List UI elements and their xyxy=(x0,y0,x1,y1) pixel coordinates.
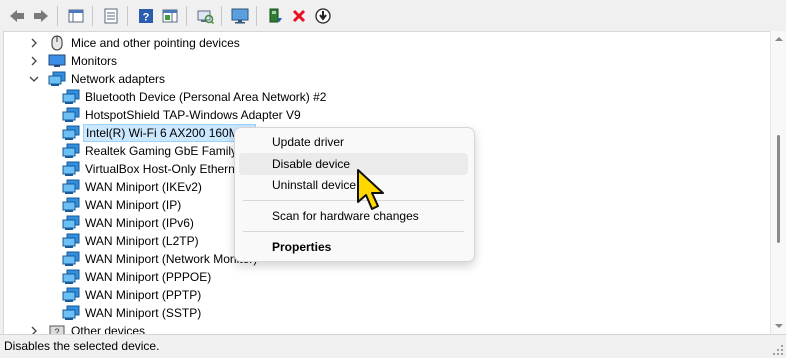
toolbar-separator xyxy=(256,5,257,26)
scan-hardware-changes-icon[interactable] xyxy=(194,5,216,27)
resize-grip-icon[interactable] xyxy=(772,344,784,356)
monitor-icon xyxy=(48,53,66,69)
tree-item-label: WAN Miniport (PPTP) xyxy=(85,288,202,302)
back-icon[interactable] xyxy=(6,5,28,27)
toolbar-separator xyxy=(127,5,128,26)
tree-category[interactable]: Mice and other pointing devices xyxy=(28,34,242,52)
network-adapter-icon xyxy=(62,251,80,267)
network-adapter-icon xyxy=(62,197,80,213)
toolbar-separator xyxy=(57,5,58,26)
tree-device-item[interactable]: WAN Miniport (PPPOE) xyxy=(62,268,213,286)
tree-item-label: WAN Miniport (IP) xyxy=(85,198,182,212)
toolbar-separator xyxy=(221,5,222,26)
tree-item-label: Intel(R) Wi-Fi 6 AX200 160MHz xyxy=(83,124,257,142)
menu-item-disable-device[interactable]: Disable device xyxy=(239,153,468,175)
vertical-scrollbar[interactable] xyxy=(770,31,786,334)
mouse-icon xyxy=(48,35,66,51)
network-adapter-icon xyxy=(62,161,80,177)
tree-item-label: WAN Miniport (IKEv2) xyxy=(85,180,202,194)
help-icon[interactable]: ? xyxy=(135,5,157,27)
tree-item-label: Monitors xyxy=(71,54,118,68)
chevron-down-icon[interactable] xyxy=(28,73,40,85)
tree-item-label: Mice and other pointing devices xyxy=(71,36,240,50)
menu-separator xyxy=(243,200,464,201)
tree-device-item[interactable]: WAN Miniport (IKEv2) xyxy=(62,178,204,196)
menu-item-properties[interactable]: Properties xyxy=(239,236,468,258)
toolbar-separator xyxy=(92,5,93,26)
properties-icon[interactable] xyxy=(100,5,122,27)
tree-category[interactable]: Monitors xyxy=(28,52,119,70)
toolbar-separator xyxy=(186,5,187,26)
tree-device-item[interactable]: WAN Miniport (Network Monitor) xyxy=(62,250,259,268)
show-hide-console-tree-icon[interactable] xyxy=(65,5,87,27)
tree-device-item[interactable]: WAN Miniport (IPv6) xyxy=(62,214,196,232)
chevron-right-icon[interactable] xyxy=(28,55,40,67)
action-pane-icon[interactable] xyxy=(159,5,181,27)
menu-item-scan-hardware-changes[interactable]: Scan for hardware changes xyxy=(239,205,468,227)
status-bar: Disables the selected device. xyxy=(0,334,786,358)
scrollbar-thumb[interactable] xyxy=(777,135,780,243)
tree-item-label: HotspotShield TAP-Windows Adapter V9 xyxy=(85,108,301,122)
chevron-right-icon[interactable] xyxy=(28,37,40,49)
update-driver-icon[interactable] xyxy=(264,5,286,27)
tree-category[interactable]: Network adapters xyxy=(28,70,167,88)
monitor-icon[interactable] xyxy=(229,5,251,27)
network-adapter-icon xyxy=(62,107,80,123)
scroll-down-icon[interactable] xyxy=(775,322,783,330)
tree-item-label: Network adapters xyxy=(71,72,166,86)
tree-item-label: WAN Miniport (L2TP) xyxy=(85,234,199,248)
network-adapter-icon xyxy=(62,305,80,321)
network-adapter-icon xyxy=(62,143,80,159)
menu-item-uninstall-device[interactable]: Uninstall device xyxy=(239,174,468,196)
status-text: Disables the selected device. xyxy=(4,339,160,353)
mouse-cursor-icon xyxy=(357,169,384,210)
disable-device-icon[interactable] xyxy=(312,5,334,27)
menu-separator xyxy=(243,231,464,232)
toolbar: ? xyxy=(0,0,786,31)
network-adapter-icon xyxy=(62,89,80,105)
tree-item-label: WAN Miniport (Network Monitor) xyxy=(85,252,258,266)
tree-device-item[interactable]: Intel(R) Wi-Fi 6 AX200 160MHz xyxy=(62,124,257,142)
tree-item-label: WAN Miniport (SSTP) xyxy=(85,306,202,320)
tree-device-item[interactable]: WAN Miniport (IP) xyxy=(62,196,183,214)
uninstall-icon[interactable] xyxy=(288,5,310,27)
tree-device-item[interactable]: WAN Miniport (PPTP) xyxy=(62,286,203,304)
network-adapter-icon xyxy=(62,125,80,141)
tree-device-item[interactable]: HotspotShield TAP-Windows Adapter V9 xyxy=(62,106,303,124)
network-adapter-icon xyxy=(62,179,80,195)
network-adapter-icon xyxy=(62,287,80,303)
network-adapter-icon xyxy=(62,215,80,231)
menu-item-update-driver[interactable]: Update driver xyxy=(239,131,468,153)
tree-device-item[interactable]: WAN Miniport (SSTP) xyxy=(62,304,203,322)
forward-icon[interactable] xyxy=(30,5,52,27)
tree-item-label: Bluetooth Device (Personal Area Network)… xyxy=(85,90,327,104)
scroll-up-icon[interactable] xyxy=(775,35,783,43)
tree-item-label: WAN Miniport (PPPOE) xyxy=(85,270,212,284)
context-menu: Update driver Disable device Uninstall d… xyxy=(234,127,475,262)
tree-device-item[interactable]: Bluetooth Device (Personal Area Network)… xyxy=(62,88,328,106)
network-adapter-icon xyxy=(62,233,80,249)
svg-text:?: ? xyxy=(143,11,150,23)
tree-device-item[interactable]: WAN Miniport (L2TP) xyxy=(62,232,201,250)
tree-item-label: WAN Miniport (IPv6) xyxy=(85,216,194,230)
network-adapter-icon xyxy=(62,269,80,285)
network-adapter-icon xyxy=(48,71,66,87)
